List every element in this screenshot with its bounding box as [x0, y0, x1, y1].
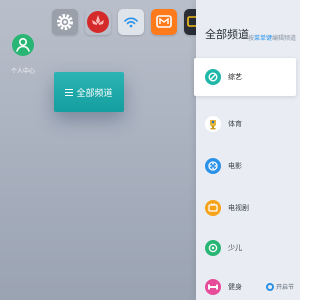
fitness-icon	[205, 279, 221, 295]
edit-hint-suffix: 编辑频道	[272, 35, 297, 42]
menu-icon	[65, 88, 74, 96]
panel-title: 全部频道	[205, 28, 249, 41]
user-center-label: 个人中心	[10, 68, 35, 75]
channel-item-kids[interactable]: 少儿	[196, 229, 300, 267]
channel-label: 电视剧	[228, 204, 249, 212]
tv-launcher-screen: 个人中心 全部频道 全部频道 按菜单键编辑频道 综艺 体育 电影 电视剧 少儿 …	[0, 0, 300, 300]
channel-label: 综艺	[228, 73, 242, 81]
tv-drama-icon	[205, 200, 221, 216]
huawei-app[interactable]	[85, 9, 111, 35]
ring-icon	[266, 282, 274, 291]
edit-hint-key: 菜单键	[254, 35, 273, 42]
tv-icon	[187, 16, 196, 27]
gear-icon	[57, 14, 73, 30]
user-icon	[12, 34, 34, 56]
kids-icon	[205, 240, 221, 256]
mango-tv-app[interactable]	[151, 9, 177, 35]
sports-icon	[205, 116, 221, 132]
bottom-hint: 开启节	[266, 282, 294, 291]
variety-icon	[205, 69, 221, 85]
channel-label: 电影	[228, 162, 242, 170]
user-center[interactable]: 个人中心	[6, 34, 40, 78]
all-channels-button[interactable]: 全部频道	[54, 72, 124, 112]
edit-hint: 按菜单键编辑频道	[248, 33, 296, 42]
movie-icon	[205, 158, 221, 174]
channel-item-sports[interactable]: 体育	[196, 105, 300, 143]
settings-app[interactable]	[52, 9, 78, 35]
mango-tv-icon	[156, 15, 172, 28]
huawei-logo-icon	[87, 11, 109, 33]
channel-label: 少儿	[228, 244, 242, 252]
channel-item-movie[interactable]: 电影	[196, 147, 300, 185]
wifi-icon	[124, 17, 138, 28]
channel-item-variety[interactable]: 综艺	[194, 58, 296, 96]
channel-label: 健身	[228, 283, 242, 291]
channel-item-tv-drama[interactable]: 电视剧	[196, 189, 300, 227]
tv-app[interactable]	[184, 9, 196, 35]
all-channels-label: 全部频道	[76, 88, 113, 99]
wifi-app[interactable]	[118, 9, 144, 35]
bottom-hint-text: 开启节	[276, 284, 295, 291]
channel-label: 体育	[228, 120, 242, 128]
channel-panel: 全部频道 按菜单键编辑频道 综艺 体育 电影 电视剧 少儿 健身 开启节	[194, 0, 300, 300]
